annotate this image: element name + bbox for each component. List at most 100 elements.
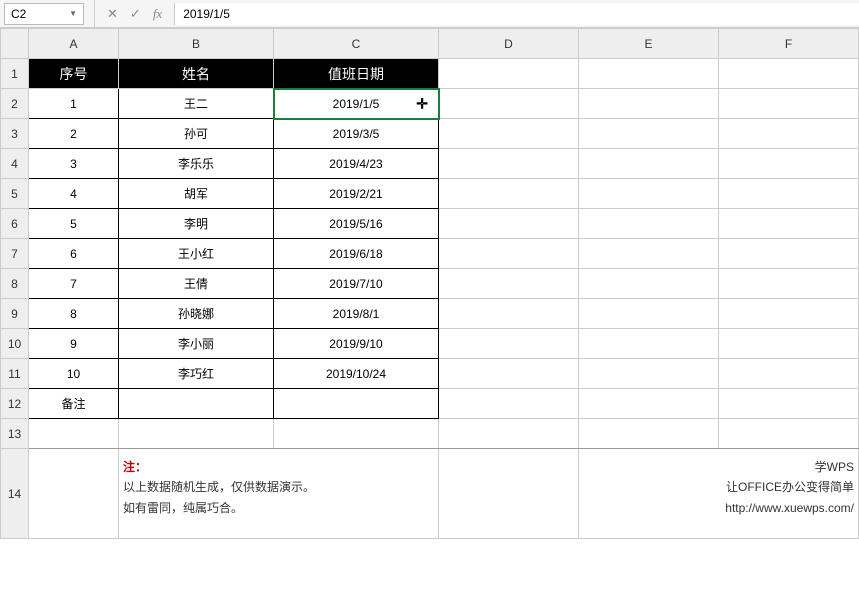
cell-name[interactable]: 王小红 xyxy=(119,239,274,269)
col-header-a[interactable]: A xyxy=(29,29,119,59)
cell-name[interactable]: 孙可 xyxy=(119,119,274,149)
formula-input[interactable]: 2019/1/5 xyxy=(174,3,859,25)
cell[interactable] xyxy=(29,419,119,449)
row-header[interactable]: 10 xyxy=(1,329,29,359)
cell[interactable] xyxy=(579,359,719,389)
row-header[interactable]: 5 xyxy=(1,179,29,209)
row-header[interactable]: 12 xyxy=(1,389,29,419)
cell[interactable] xyxy=(579,239,719,269)
cell-date[interactable]: 2019/7/10 xyxy=(274,269,439,299)
row-header[interactable]: 8 xyxy=(1,269,29,299)
cell[interactable] xyxy=(579,269,719,299)
cell-name[interactable]: 李乐乐 xyxy=(119,149,274,179)
cell-seq[interactable]: 7 xyxy=(29,269,119,299)
cell-remark[interactable]: 备注 xyxy=(29,389,119,419)
col-header-e[interactable]: E xyxy=(579,29,719,59)
note-cell[interactable]: 注： 以上数据随机生成，仅供数据演示。 如有雷同，纯属巧合。 xyxy=(119,449,439,539)
cell[interactable] xyxy=(439,149,579,179)
cell[interactable] xyxy=(719,359,859,389)
cell[interactable] xyxy=(719,179,859,209)
cell-date-selected[interactable]: 2019/1/5 ✛ xyxy=(274,89,439,119)
cell[interactable] xyxy=(579,419,719,449)
cell-seq[interactable]: 2 xyxy=(29,119,119,149)
col-header-c[interactable]: C xyxy=(274,29,439,59)
cell[interactable] xyxy=(439,209,579,239)
cell-date[interactable]: 2019/4/23 xyxy=(274,149,439,179)
cell[interactable] xyxy=(719,59,859,89)
cell[interactable] xyxy=(439,179,579,209)
cell-name[interactable]: 孙晓娜 xyxy=(119,299,274,329)
row-header[interactable]: 2 xyxy=(1,89,29,119)
cell-seq[interactable]: 10 xyxy=(29,359,119,389)
cell-date[interactable]: 2019/10/24 xyxy=(274,359,439,389)
row-header[interactable]: 3 xyxy=(1,119,29,149)
cell[interactable] xyxy=(719,119,859,149)
cell[interactable] xyxy=(719,329,859,359)
cell[interactable] xyxy=(719,299,859,329)
cell[interactable] xyxy=(274,389,439,419)
cell[interactable] xyxy=(439,299,579,329)
cell[interactable] xyxy=(579,149,719,179)
cell[interactable] xyxy=(439,389,579,419)
cell-name[interactable]: 王倩 xyxy=(119,269,274,299)
cell[interactable] xyxy=(579,329,719,359)
cancel-icon[interactable]: ✕ xyxy=(107,6,118,22)
cell-seq[interactable]: 4 xyxy=(29,179,119,209)
cell[interactable] xyxy=(719,239,859,269)
dropdown-icon[interactable]: ▼ xyxy=(69,9,77,18)
table-header-seq[interactable]: 序号 xyxy=(29,59,119,89)
cell[interactable] xyxy=(439,89,579,119)
table-header-name[interactable]: 姓名 xyxy=(119,59,274,89)
cell[interactable] xyxy=(719,149,859,179)
cell-date[interactable]: 2019/2/21 xyxy=(274,179,439,209)
cell[interactable] xyxy=(439,329,579,359)
cell-name[interactable]: 李小丽 xyxy=(119,329,274,359)
cell[interactable] xyxy=(579,89,719,119)
cell[interactable] xyxy=(579,209,719,239)
cell-date[interactable]: 2019/9/10 xyxy=(274,329,439,359)
row-header[interactable]: 1 xyxy=(1,59,29,89)
col-header-d[interactable]: D xyxy=(439,29,579,59)
cell[interactable] xyxy=(719,389,859,419)
cell[interactable] xyxy=(579,389,719,419)
cell-date[interactable]: 2019/6/18 xyxy=(274,239,439,269)
cell-name[interactable]: 王二 xyxy=(119,89,274,119)
cell[interactable] xyxy=(439,59,579,89)
cell[interactable] xyxy=(719,89,859,119)
fx-icon[interactable]: fx xyxy=(153,6,162,22)
row-header[interactable]: 4 xyxy=(1,149,29,179)
table-header-date[interactable]: 值班日期 xyxy=(274,59,439,89)
cell[interactable] xyxy=(439,239,579,269)
cell[interactable] xyxy=(719,269,859,299)
select-all-corner[interactable] xyxy=(1,29,29,59)
cell[interactable] xyxy=(119,419,274,449)
cell-seq[interactable]: 5 xyxy=(29,209,119,239)
cell[interactable] xyxy=(719,419,859,449)
cell-date[interactable]: 2019/5/16 xyxy=(274,209,439,239)
row-header[interactable]: 6 xyxy=(1,209,29,239)
cell-seq[interactable]: 9 xyxy=(29,329,119,359)
row-header[interactable]: 9 xyxy=(1,299,29,329)
cell-date[interactable]: 2019/3/5 xyxy=(274,119,439,149)
row-header[interactable]: 7 xyxy=(1,239,29,269)
cell[interactable] xyxy=(579,59,719,89)
cell-date[interactable]: 2019/8/1 xyxy=(274,299,439,329)
col-header-b[interactable]: B xyxy=(119,29,274,59)
cell[interactable] xyxy=(439,269,579,299)
cell[interactable] xyxy=(439,119,579,149)
cell[interactable] xyxy=(439,359,579,389)
confirm-icon[interactable]: ✓ xyxy=(130,6,141,22)
row-header[interactable]: 13 xyxy=(1,419,29,449)
cell[interactable] xyxy=(119,389,274,419)
name-box[interactable]: C2 ▼ xyxy=(4,3,84,25)
cell[interactable] xyxy=(719,209,859,239)
cell-seq[interactable]: 3 xyxy=(29,149,119,179)
row-header[interactable]: 11 xyxy=(1,359,29,389)
cell[interactable] xyxy=(579,119,719,149)
cell[interactable] xyxy=(579,179,719,209)
promo-cell[interactable]: 学WPS 让OFFICE办公变得简单 http://www.xuewps.com… xyxy=(579,449,859,539)
row-header[interactable]: 14 xyxy=(1,449,29,539)
cell[interactable] xyxy=(439,419,579,449)
cell-seq[interactable]: 6 xyxy=(29,239,119,269)
cell-seq[interactable]: 8 xyxy=(29,299,119,329)
